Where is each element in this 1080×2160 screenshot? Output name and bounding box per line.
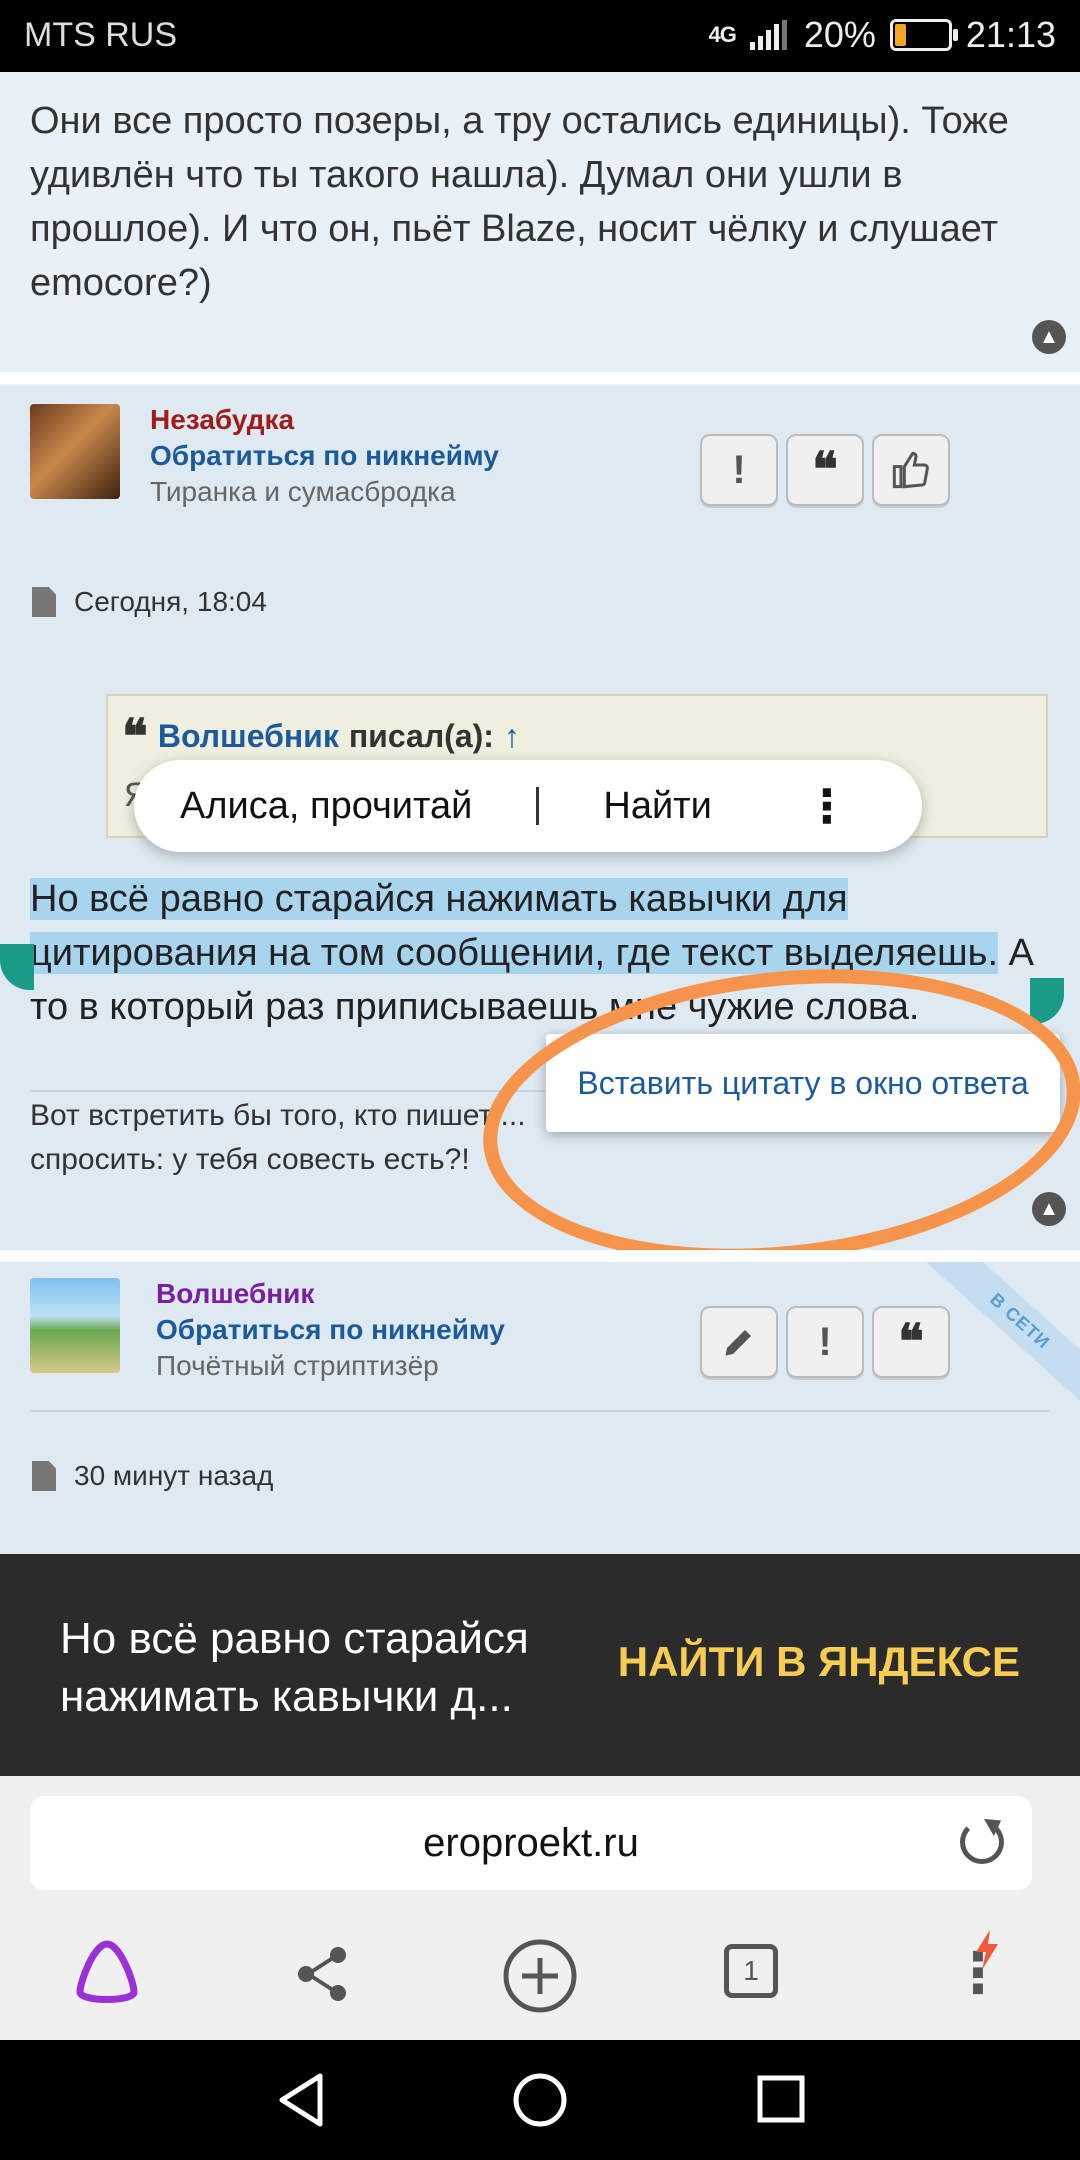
status-bar: MTS RUS 4G 20% 21:13 [0,0,1080,72]
quote-icon: ❝ [122,708,148,765]
browser-toolbar: 1 ⋮ [0,1906,1080,2040]
report-button[interactable]: ! [786,1306,864,1378]
clock: 21:13 [965,14,1056,55]
menu-button[interactable]: ⋮ [950,1930,1010,2016]
scroll-top-button[interactable]: ▲ [1032,320,1066,354]
back-icon[interactable] [276,2072,326,2128]
address-by-nickname-link[interactable]: Обратиться по никнейму [156,1314,505,1346]
quote-author[interactable]: Волшебник [158,718,339,755]
alice-read-button[interactable]: Алиса, прочитай [180,785,472,828]
previous-post-text: Они все просто позеры, а тру остались ед… [30,100,1009,304]
reload-icon[interactable] [960,1820,1004,1864]
quote-button[interactable]: ❝ [786,434,864,506]
recents-icon[interactable] [756,2074,806,2124]
chevron-up-icon: ▲ [1039,1197,1059,1220]
selected-text[interactable]: Но всё равно старайся нажимать кавычки д… [30,878,998,974]
address-bar[interactable]: eroproekt.ru [30,1796,1032,1890]
post-date: 30 минут назад [32,1460,273,1492]
post-header-divider [30,1410,1050,1412]
new-tab-icon[interactable] [502,1938,578,2014]
exclamation-icon: ! [818,1319,832,1364]
author-name[interactable]: Незабудка [150,404,294,436]
url-domain: eroproekt.ru [423,1820,639,1865]
document-icon [32,587,56,617]
tabs-button[interactable]: 1 [724,1944,778,1998]
chevron-up-icon: ▲ [1039,325,1059,348]
battery-icon [889,19,958,51]
scroll-top-button[interactable]: ▲ [1032,1192,1066,1226]
quote-icon: ❝ [812,442,838,498]
tabs-count: 1 [743,1955,759,1986]
quote-wrote: писал(а): [348,718,494,754]
quote-button[interactable]: ❝ [872,1306,950,1378]
author-name[interactable]: Волшебник [156,1278,314,1310]
avatar[interactable] [30,404,120,499]
post-divider [0,1250,1080,1262]
quote-jump-arrow[interactable]: ↑ [504,718,520,755]
previous-post: Они все просто позеры, а тру остались ед… [0,72,1080,372]
thumbs-up-icon [892,451,929,489]
search-query-text: Но всё равно старайся нажимать кавычки д… [60,1614,529,1721]
alice-icon[interactable] [72,1938,142,2008]
search-in-yandex-button[interactable]: НАЙТИ В ЯНДЕКСЕ [618,1638,1020,1686]
exclamation-icon: ! [732,447,746,492]
system-navigation-bar [0,2040,1080,2160]
quote-icon: ❝ [898,1314,924,1370]
share-icon[interactable] [296,1946,348,2002]
post-date-text: 30 минут назад [74,1460,274,1491]
find-button[interactable]: Найти [603,785,711,828]
post-date: Сегодня, 18:04 [32,586,267,618]
more-options-icon[interactable]: ⋮ [804,779,850,833]
address-by-nickname-link[interactable]: Обратиться по никнейму [150,440,499,472]
post-date-text: Сегодня, 18:04 [74,586,267,617]
like-button[interactable] [872,434,950,506]
edit-button[interactable] [700,1306,778,1378]
report-button[interactable]: ! [700,434,778,506]
post-divider [0,372,1080,384]
user-title: Почётный стриптизёр [156,1350,439,1381]
carrier-name: MTS RUS [24,16,177,54]
battery-percent: 20% [803,14,876,55]
network-type: 4G [708,22,736,47]
popup-separator [536,787,540,825]
pencil-icon [725,1330,751,1356]
signal-icon [749,20,787,50]
yandex-search-banner: Но всё равно старайся нажимать кавычки д… [0,1554,1080,1776]
signature: Вот встретить бы того, кто пишет ... спр… [30,1099,526,1176]
home-icon[interactable] [512,2072,568,2128]
avatar[interactable] [30,1278,120,1373]
lightning-icon [976,1930,998,1970]
text-selection-popup: Алиса, прочитай Найти ⋮ [134,760,922,852]
document-icon [32,1461,56,1491]
user-title: Тиранка и сумасбродка [150,476,456,507]
